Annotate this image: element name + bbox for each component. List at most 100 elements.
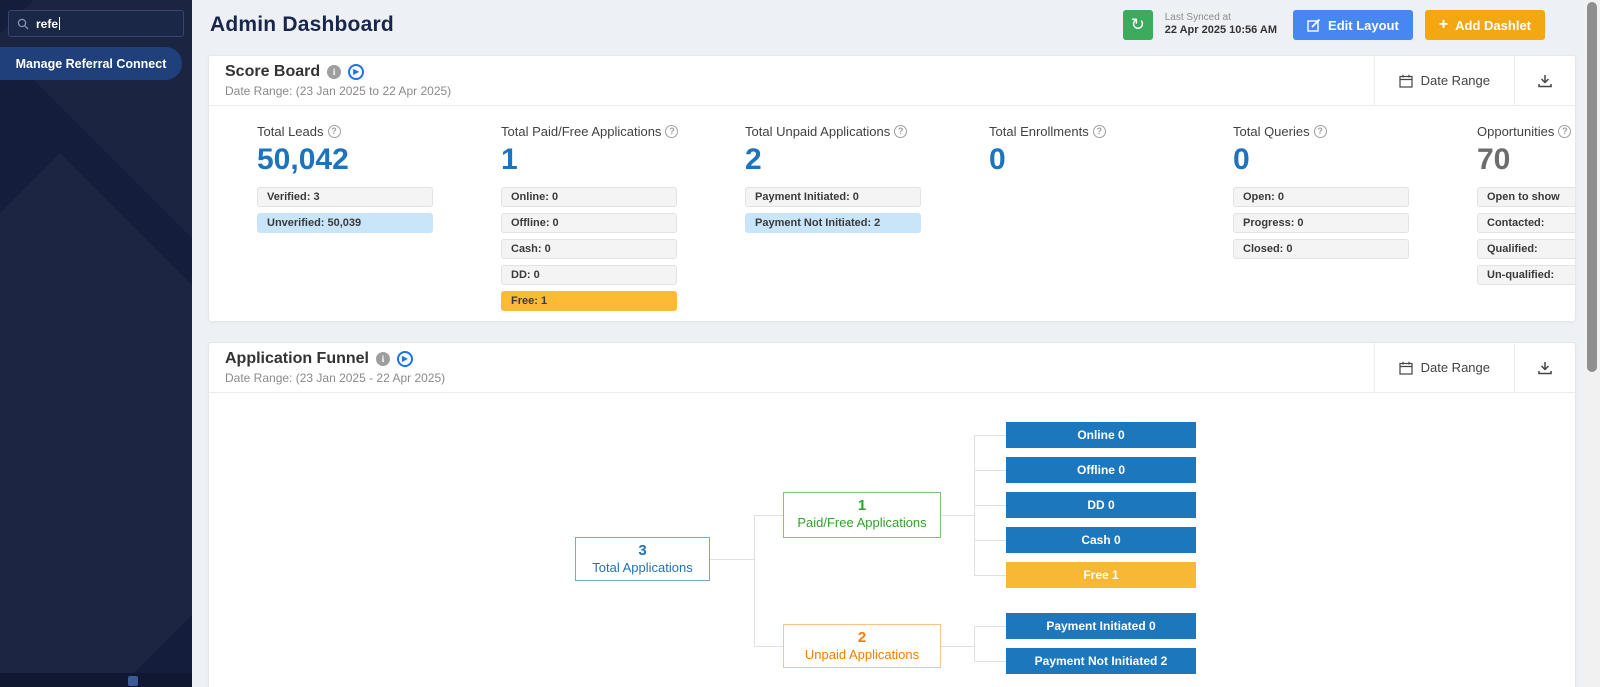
stat-value: 2 <box>745 143 989 177</box>
funnel-bar-dd[interactable]: DD 0 <box>1006 492 1196 518</box>
funnel-connector <box>754 646 783 647</box>
stat-chip-closed: Closed: 0 <box>1233 239 1409 259</box>
stat-label: Opportunities? <box>1477 124 1576 139</box>
funnel-date-range: Date Range: (23 Jan 2025 - 22 Apr 2025) <box>225 371 445 385</box>
scoreboard-date-range-button[interactable]: Date Range <box>1374 56 1514 105</box>
funnel-title: Application Funnel <box>225 350 369 368</box>
funnel-bar-online[interactable]: Online 0 <box>1006 422 1196 448</box>
funnel-connector <box>974 626 1006 627</box>
funnel-date-range-button[interactable]: Date Range <box>1374 343 1514 392</box>
help-icon[interactable]: ? <box>665 125 678 138</box>
stat-total-paid-free-applications: Total Paid/Free Applications? 1 Online: 0 O… <box>501 124 745 317</box>
stat-chip-payment-initiated: Payment Initiated: 0 <box>745 187 921 207</box>
funnel-bar-payment-initiated[interactable]: Payment Initiated 0 <box>1006 613 1196 639</box>
funnel-download-button[interactable] <box>1514 343 1575 392</box>
scoreboard-stats: Total Leads?50,042Verified: 3Unverified:… <box>209 106 1575 317</box>
funnel-connector <box>941 515 974 516</box>
funnel-bar-payment-not-initiated[interactable]: Payment Not Initiated 2 <box>1006 648 1196 674</box>
help-icon[interactable]: ? <box>894 125 907 138</box>
text-caret <box>59 17 60 30</box>
play-icon[interactable]: ▶ <box>397 351 413 367</box>
scoreboard-card: Score Board i ▶ Date Range: (23 Jan 2025… <box>208 55 1576 322</box>
bar-value: 0 <box>1115 428 1125 442</box>
sidebar-search-input[interactable]: refe <box>8 10 184 37</box>
stat-chip-online: Online: 0 <box>501 187 677 207</box>
funnel-diagram: 3 Total Applications 1 Paid/Free Applica… <box>209 393 1575 687</box>
add-dashlet-label: Add Dashlet <box>1455 18 1531 33</box>
stat-label-text: Total Leads <box>257 124 324 139</box>
stat-total-enrollments: Total Enrollments?0 <box>989 124 1233 317</box>
help-icon[interactable]: ? <box>328 125 341 138</box>
stat-label: Total Paid/Free Applications? <box>501 124 745 139</box>
add-dashlet-button[interactable]: + Add Dashlet <box>1425 10 1545 40</box>
page-title: Admin Dashboard <box>210 13 394 37</box>
edit-layout-label: Edit Layout <box>1328 18 1399 33</box>
funnel-node-total-applications[interactable]: 3 Total Applications <box>575 537 710 581</box>
node-label: Total Applications <box>576 560 709 575</box>
funnel-node-paid-free-applications[interactable]: 1 Paid/Free Applications <box>783 492 941 538</box>
stat-chip-offline: Offline: 0 <box>501 213 677 233</box>
edit-layout-button[interactable]: Edit Layout <box>1293 10 1413 40</box>
stat-value: 70 <box>1477 143 1576 177</box>
funnel-bar-cash[interactable]: Cash 0 <box>1006 527 1196 553</box>
search-icon <box>17 18 29 30</box>
stat-chip-verified: Verified: 3 <box>257 187 433 207</box>
calendar-icon <box>1399 361 1413 375</box>
help-icon[interactable]: ? <box>1314 125 1327 138</box>
funnel-card: Application Funnel i ▶ Date Range: (23 J… <box>208 342 1576 687</box>
plus-icon: + <box>1439 16 1448 34</box>
stat-value: 1 <box>501 143 745 177</box>
node-label: Paid/Free Applications <box>784 515 940 530</box>
search-text: refe <box>36 17 58 31</box>
funnel-header: Application Funnel i ▶ Date Range: (23 J… <box>209 343 1575 393</box>
funnel-connector <box>710 559 754 560</box>
funnel-connector <box>974 626 975 661</box>
stat-chip-payment-not-initiated: Payment Not Initiated: 2 <box>745 213 921 233</box>
stat-chip-open-to-show: Open to show <box>1477 187 1576 207</box>
scrollbar-thumb[interactable] <box>1587 2 1597 372</box>
stat-chip-un-qualified: Un-qualified: <box>1477 265 1576 285</box>
funnel-connector <box>754 515 783 516</box>
bar-label: Free <box>1083 568 1108 582</box>
sidebar-item-label: Manage Referral Connect <box>16 57 167 71</box>
sidebar-item-manage-referral-connect[interactable]: Manage Referral Connect <box>0 47 182 80</box>
help-icon[interactable]: ? <box>1558 125 1571 138</box>
stat-chip-progress: Progress: 0 <box>1233 213 1409 233</box>
play-icon[interactable]: ▶ <box>348 64 364 80</box>
funnel-bar-offline[interactable]: Offline 0 <box>1006 457 1196 483</box>
edit-icon <box>1307 18 1321 32</box>
last-synced: Last Synced at 22 Apr 2025 10:56 AM <box>1165 12 1277 38</box>
stat-label: Total Queries? <box>1233 124 1477 139</box>
sidebar-footer-icon <box>128 676 138 686</box>
funnel-node-unpaid-applications[interactable]: 2 Unpaid Applications <box>783 624 941 668</box>
stat-label-text: Total Queries <box>1233 124 1310 139</box>
node-value: 3 <box>576 542 709 559</box>
vertical-scrollbar[interactable] <box>1584 0 1600 687</box>
help-icon[interactable]: ? <box>1093 125 1106 138</box>
stat-total-queries: Total Queries?0Open: 0Progress: 0Closed:… <box>1233 124 1477 317</box>
stat-chip-contacted: Contacted: <box>1477 213 1576 233</box>
stat-chip-dd: DD: 0 <box>501 265 677 285</box>
bar-value: 0 <box>1105 498 1115 512</box>
funnel-connector <box>974 470 1006 471</box>
stat-total-leads: Total Leads?50,042Verified: 3Unverified:… <box>257 124 501 317</box>
funnel-bar-free[interactable]: Free 1 <box>1006 562 1196 588</box>
sidebar-footer <box>0 673 192 687</box>
funnel-connector <box>974 575 1006 576</box>
refresh-button[interactable]: ↻ <box>1123 10 1153 40</box>
date-range-label: Date Range <box>1421 360 1490 375</box>
info-icon[interactable]: i <box>327 65 341 79</box>
download-icon <box>1537 360 1553 376</box>
funnel-connector <box>974 661 1006 662</box>
stat-value: 0 <box>1233 143 1477 177</box>
funnel-connector <box>974 435 1006 436</box>
info-icon[interactable]: i <box>376 352 390 366</box>
scoreboard-download-button[interactable] <box>1514 56 1575 105</box>
stat-label-text: Total Paid/Free Applications <box>501 124 661 139</box>
stat-label: Total Enrollments? <box>989 124 1233 139</box>
stat-chip-cash: Cash: 0 <box>501 239 677 259</box>
funnel-connector <box>941 646 974 647</box>
bar-value: 1 <box>1109 568 1119 582</box>
refresh-icon: ↻ <box>1131 15 1145 34</box>
funnel-connector <box>974 540 1006 541</box>
